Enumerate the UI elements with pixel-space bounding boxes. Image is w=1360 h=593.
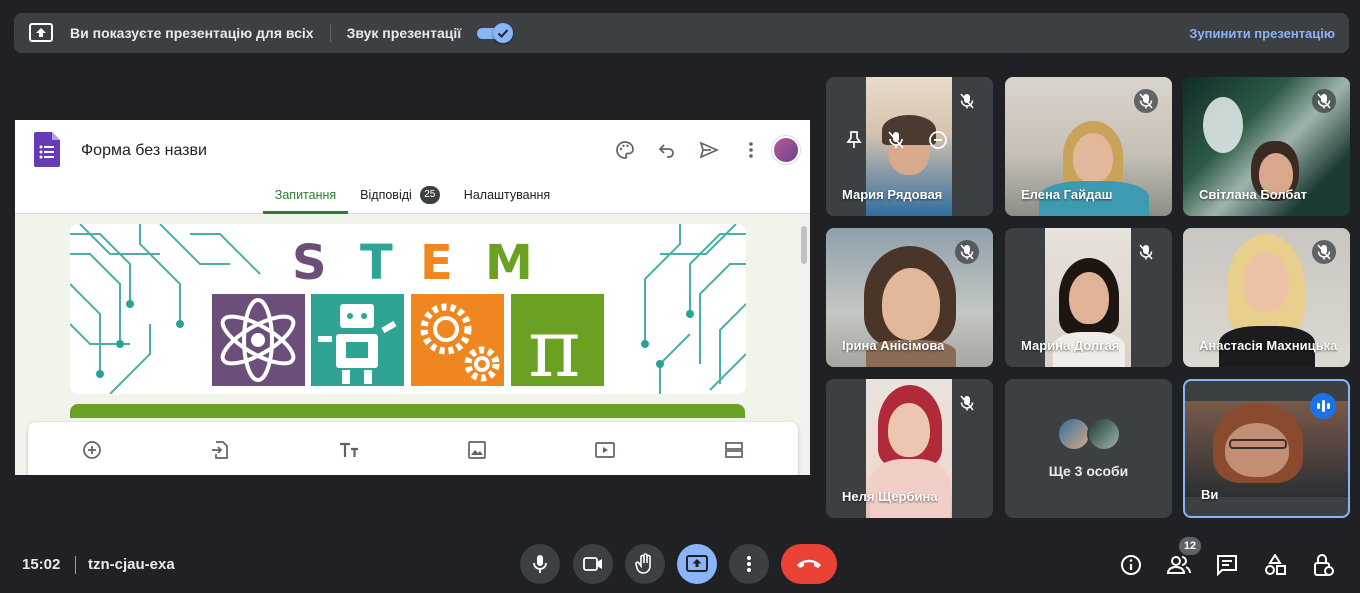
presentation-audio-label: Звук презентації bbox=[346, 25, 462, 41]
mic-off-icon bbox=[955, 391, 979, 415]
stem-letter-e: E bbox=[420, 235, 453, 291]
form-scrollbar[interactable] bbox=[798, 214, 810, 475]
meeting-details-icon[interactable] bbox=[1118, 552, 1144, 578]
participant-tile[interactable]: Неля Щербина bbox=[826, 379, 993, 518]
participant-tile[interactable]: Мария Рядовая bbox=[826, 77, 993, 216]
stem-header-image: S T E M π bbox=[70, 224, 746, 394]
stem-letter-m: M bbox=[485, 235, 533, 291]
participant-name: Світлана Болбат bbox=[1199, 187, 1308, 202]
tab-questions[interactable]: Запитання bbox=[262, 182, 349, 214]
meeting-clock: 15:02 bbox=[22, 556, 61, 573]
tile-hover-controls bbox=[843, 129, 949, 151]
form-add-toolbar bbox=[28, 422, 798, 475]
form-title-card-accent bbox=[70, 404, 745, 418]
presentation-audio-toggle[interactable] bbox=[477, 23, 514, 43]
participant-tile[interactable]: Анастасія Махницька bbox=[1183, 228, 1350, 367]
undo-icon[interactable] bbox=[646, 136, 688, 164]
more-participants-label: Ще 3 особи bbox=[1048, 463, 1129, 479]
participant-tile[interactable]: Ірина Анісімова bbox=[826, 228, 993, 367]
tab-settings[interactable]: Налаштування bbox=[452, 182, 562, 214]
add-title-icon[interactable] bbox=[329, 438, 369, 462]
check-icon bbox=[493, 23, 514, 43]
mic-off-icon bbox=[1134, 89, 1158, 113]
stem-letter-t: T bbox=[360, 235, 393, 291]
form-header: Форма без назви Запитання Відповіді 25 На… bbox=[15, 120, 810, 214]
present-screen-icon bbox=[28, 22, 54, 44]
mic-off-icon bbox=[1134, 240, 1158, 264]
remove-participant-icon[interactable] bbox=[927, 129, 949, 151]
avatar bbox=[1057, 417, 1091, 451]
stop-presenting-button[interactable]: Зупинити презентацію bbox=[1189, 26, 1335, 41]
avatar bbox=[1087, 417, 1121, 451]
leave-call-button[interactable] bbox=[781, 544, 837, 584]
tab-label: Налаштування bbox=[463, 188, 551, 202]
participant-tile[interactable]: Світлана Болбат bbox=[1183, 77, 1350, 216]
more-options-button[interactable] bbox=[729, 544, 769, 584]
participant-name: Анастасія Махницька bbox=[1199, 338, 1338, 353]
participant-name: Мария Рядовая bbox=[842, 187, 943, 202]
participant-tile[interactable]: Марина Долгая bbox=[1005, 228, 1172, 367]
more-participants-tile[interactable]: Ще 3 особи bbox=[1005, 379, 1172, 518]
raise-hand-button[interactable] bbox=[625, 544, 665, 584]
forms-logo-icon bbox=[34, 132, 60, 167]
add-question-icon[interactable] bbox=[72, 438, 112, 462]
presenting-status-text: Ви показуєте презентацію для всіх bbox=[70, 25, 314, 41]
present-now-button[interactable] bbox=[677, 544, 717, 584]
add-image-icon[interactable] bbox=[457, 438, 497, 462]
pin-icon[interactable] bbox=[843, 129, 865, 151]
speaking-indicator-icon bbox=[1310, 393, 1336, 419]
mic-off-icon bbox=[955, 89, 979, 113]
send-icon[interactable] bbox=[688, 136, 730, 164]
mic-off-icon[interactable] bbox=[885, 129, 907, 151]
import-questions-icon[interactable] bbox=[200, 438, 240, 462]
presentation-banner: Ви показуєте презентацію для всіх Звук п… bbox=[14, 13, 1349, 53]
tab-responses[interactable]: Відповіді 25 bbox=[348, 182, 452, 214]
participant-count-badge: 12 bbox=[1179, 537, 1201, 555]
shared-screen: Форма без назви Запитання Відповіді 25 На… bbox=[15, 120, 810, 475]
participant-name: Ви bbox=[1201, 487, 1219, 502]
self-tile[interactable]: Ви bbox=[1183, 379, 1350, 518]
participant-name: Марина Долгая bbox=[1021, 338, 1120, 353]
add-video-icon[interactable] bbox=[585, 438, 625, 462]
add-section-icon[interactable] bbox=[714, 438, 754, 462]
mic-off-icon bbox=[1312, 240, 1336, 264]
tab-label: Відповіді bbox=[360, 188, 412, 202]
chat-icon[interactable] bbox=[1214, 552, 1240, 578]
bottom-divider bbox=[75, 556, 76, 574]
account-avatar[interactable] bbox=[772, 136, 800, 164]
camera-button[interactable] bbox=[573, 544, 613, 584]
meeting-code: tzn-cjau-exa bbox=[88, 556, 175, 573]
stem-letter-s: S bbox=[292, 235, 327, 291]
participant-name: Елена Гайдаш bbox=[1021, 187, 1113, 202]
activities-icon[interactable] bbox=[1262, 552, 1288, 578]
participant-name: Неля Щербина bbox=[842, 489, 938, 504]
responses-count-badge: 25 bbox=[419, 186, 440, 204]
tab-label: Запитання bbox=[274, 188, 337, 202]
form-title[interactable]: Форма без назви bbox=[81, 142, 207, 160]
mic-off-icon bbox=[1312, 89, 1336, 113]
banner-divider bbox=[329, 24, 331, 42]
participant-name: Ірина Анісімова bbox=[842, 338, 945, 353]
palette-icon[interactable] bbox=[604, 136, 646, 164]
microphone-button[interactable] bbox=[520, 544, 560, 584]
people-icon[interactable] bbox=[1166, 552, 1192, 578]
more-vert-icon[interactable] bbox=[730, 136, 772, 164]
participant-tile[interactable]: Елена Гайдаш bbox=[1005, 77, 1172, 216]
pi-symbol: π bbox=[528, 302, 581, 394]
mic-off-icon bbox=[955, 240, 979, 264]
host-controls-icon[interactable] bbox=[1310, 552, 1336, 578]
